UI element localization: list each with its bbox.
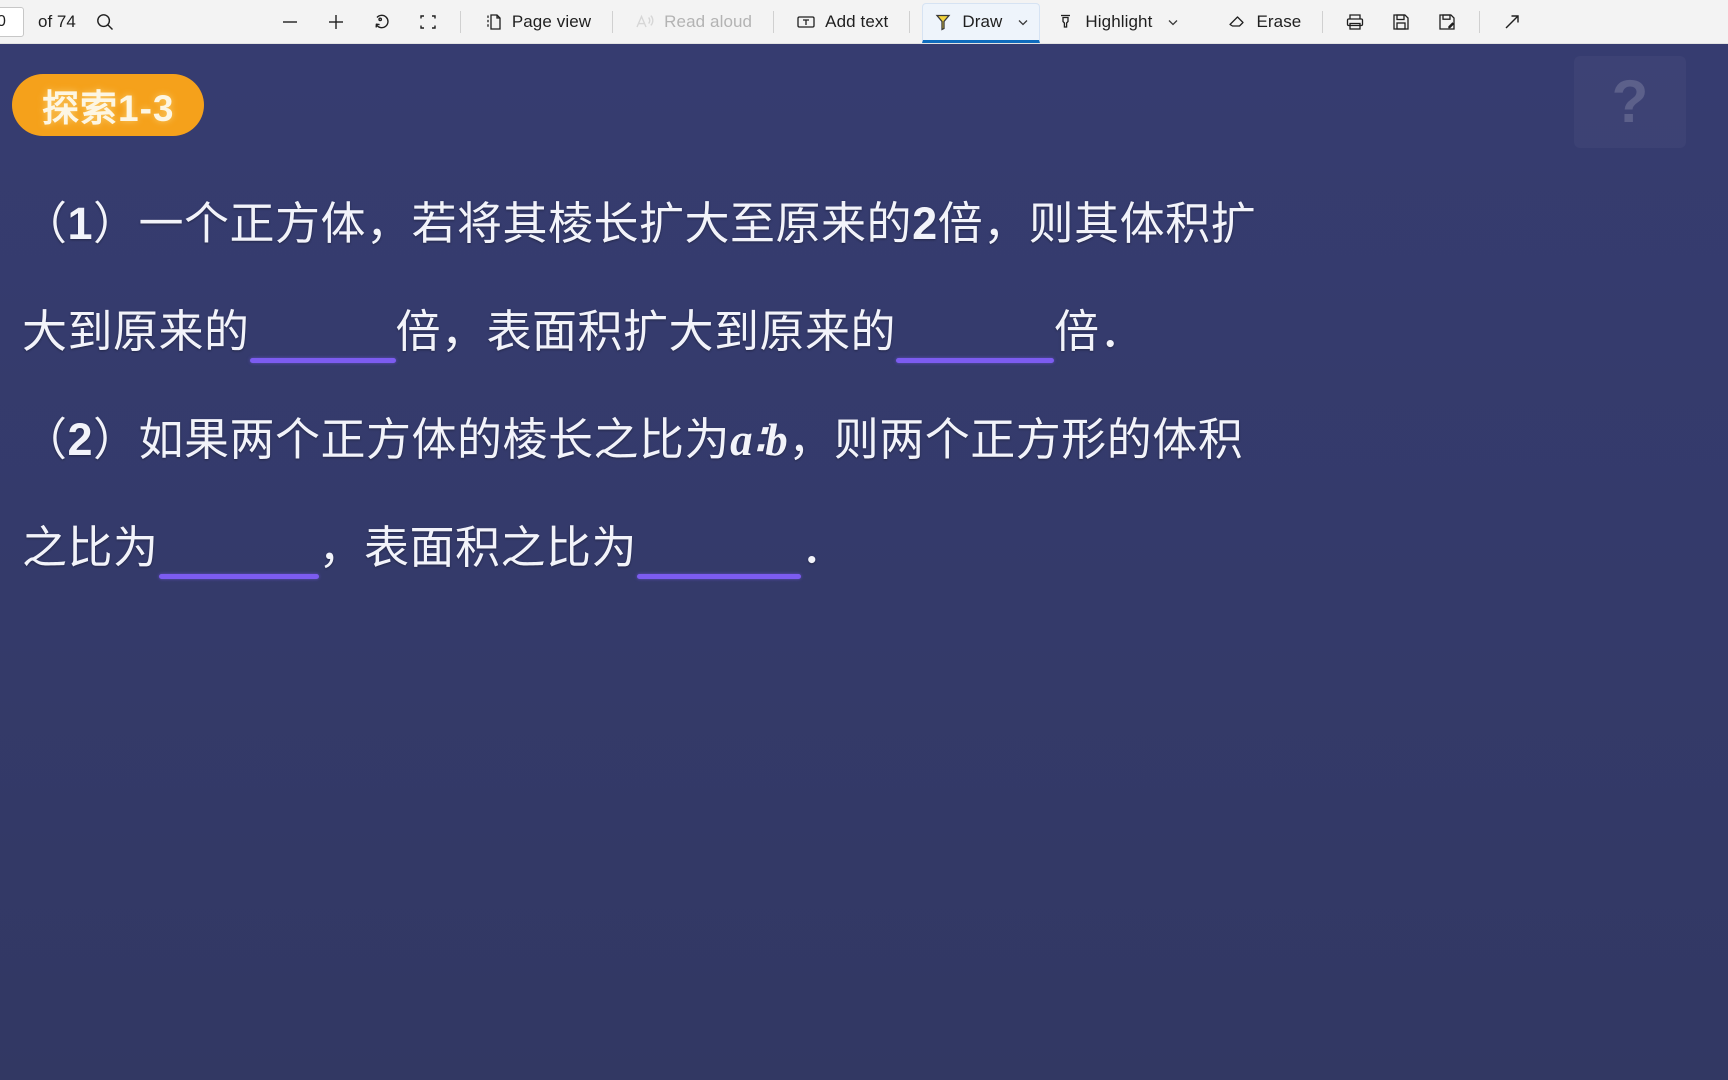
text-run: 倍，则其体积扩	[937, 198, 1257, 249]
rotate-icon	[371, 11, 393, 33]
page-view-icon	[482, 11, 504, 33]
text-line-line-2: 大到原来的 倍，表面积扩大到原来的 倍．	[22, 278, 1712, 386]
read-aloud-icon	[634, 11, 656, 33]
section-badge-label: 探索1-3	[42, 88, 175, 129]
bold-number: 2	[912, 198, 938, 249]
pdf-toolbar: 10 of 74	[0, 0, 1728, 44]
exercise-body: （1 ）一个正方体，若将其棱长扩大至原来的 2 倍，则其体积扩 大到原来的 倍，表面积扩…	[22, 170, 1712, 602]
toolbar-divider	[459, 10, 461, 33]
toolbar-divider	[909, 10, 911, 33]
chevron-down-icon[interactable]	[1166, 15, 1180, 29]
pdf-page[interactable]: ? 探索1-3 （1 ）一个正方体，若将其棱长扩大至原来的 2 倍，则其体积扩 大到原…	[0, 44, 1728, 1080]
eraser-icon	[1226, 11, 1248, 33]
watermark-icon: ?	[1574, 56, 1686, 148]
search-button[interactable]	[86, 6, 124, 38]
answer-blank[interactable]	[896, 310, 1055, 363]
plus-icon	[325, 11, 347, 33]
toolbar-divider	[1322, 10, 1324, 33]
section-badge: 探索1-3	[12, 74, 205, 136]
text-run: （	[22, 198, 68, 249]
draw-button[interactable]: Draw	[922, 3, 1041, 43]
text-run: ．	[801, 522, 847, 573]
answer-blank[interactable]	[249, 310, 396, 363]
save-as-icon	[1436, 11, 1458, 33]
read-aloud-button[interactable]: Read aloud	[625, 6, 761, 38]
zoom-out-button[interactable]	[270, 6, 310, 38]
text-run: 大到原来的	[22, 306, 250, 357]
page-view-label: Page view	[511, 11, 592, 31]
erase-label: Erase	[1256, 11, 1302, 31]
zoom-in-button[interactable]	[316, 6, 356, 38]
text-run: 倍．	[1054, 306, 1146, 357]
text-run: （	[22, 414, 68, 465]
open-external-button[interactable]	[1492, 6, 1532, 38]
highlight-label: Highlight	[1085, 11, 1153, 31]
minus-icon	[279, 11, 301, 33]
text-line-line-4: 之比为 ，表面积之比为 ．	[22, 494, 1712, 602]
math-expression: a∶b	[730, 415, 789, 465]
highlight-button[interactable]: Highlight	[1046, 6, 1189, 38]
printer-icon	[1344, 11, 1366, 33]
search-icon	[95, 12, 115, 32]
bold-number: 1	[67, 198, 94, 249]
toolbar-divider	[1479, 10, 1481, 33]
text-line-line-1: （1 ）一个正方体，若将其棱长扩大至原来的 2 倍，则其体积扩	[22, 170, 1712, 278]
fit-page-icon	[417, 11, 439, 33]
add-text-icon	[795, 11, 817, 33]
save-disk-icon	[1390, 11, 1412, 33]
pdf-document-viewport[interactable]: ? 探索1-3 （1 ）一个正方体，若将其棱长扩大至原来的 2 倍，则其体积扩 大到原…	[0, 44, 1728, 1080]
bold-number: 2	[67, 414, 94, 465]
text-run: 之比为	[22, 522, 159, 573]
rotate-button[interactable]	[362, 6, 402, 38]
read-aloud-label: Read aloud	[664, 11, 753, 31]
page-number-value: 10	[0, 12, 6, 30]
toolbar-divider	[612, 10, 614, 33]
draw-label: Draw	[962, 12, 1003, 31]
page-count-label: of 74	[38, 11, 76, 31]
text-run: ）一个正方体，若将其棱长扩大至原来的	[93, 198, 913, 249]
text-run: ）如果两个正方体的棱长之比为	[93, 414, 731, 465]
watermark-glyph: ?	[1611, 68, 1649, 135]
answer-blank[interactable]	[637, 526, 802, 579]
text-run: ，表面积之比为	[318, 522, 638, 573]
toolbar-divider	[773, 10, 775, 33]
add-text-label: Add text	[825, 11, 889, 31]
text-run: 倍，表面积扩大到原来的	[395, 306, 897, 357]
erase-button[interactable]: Erase	[1217, 6, 1310, 38]
chevron-down-icon[interactable]	[1016, 15, 1030, 29]
save-as-button[interactable]	[1427, 6, 1467, 38]
page-number-input[interactable]: 10	[0, 6, 24, 37]
text-line-line-3: （2 ）如果两个正方体的棱长之比为 a∶b ，则两个正方形的体积	[22, 386, 1712, 494]
text-run: ，则两个正方形的体积	[788, 414, 1244, 465]
print-button[interactable]	[1335, 6, 1375, 38]
open-external-icon	[1501, 11, 1523, 33]
fit-to-page-button[interactable]	[408, 6, 448, 38]
page-view-button[interactable]: Page view	[473, 6, 600, 38]
save-button[interactable]	[1381, 6, 1421, 38]
add-text-button[interactable]: Add text	[786, 6, 897, 38]
draw-pen-icon	[932, 11, 954, 33]
answer-blank[interactable]	[158, 526, 319, 579]
highlighter-icon	[1055, 11, 1077, 33]
